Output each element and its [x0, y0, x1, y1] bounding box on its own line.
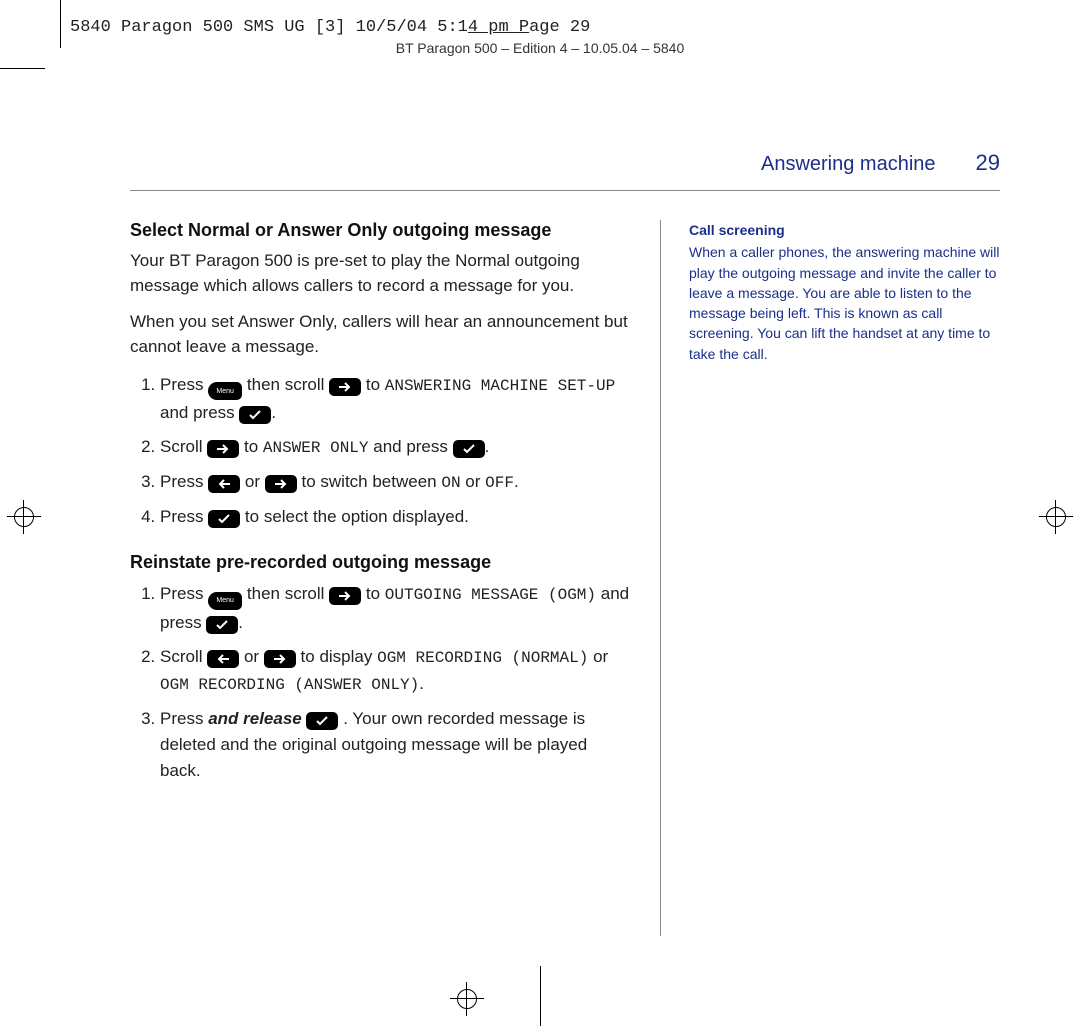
- page-header: Answering machine 29: [130, 150, 1000, 176]
- steps-list-2: Press Menu then scroll to OUTGOING MESSA…: [130, 581, 630, 784]
- paragraph: Your BT Paragon 500 is pre-set to play t…: [130, 249, 630, 298]
- crop-mark: [540, 966, 541, 1026]
- slug-pre: 5840 Paragon 500 SMS UG [3] 10/5/04 5:1: [70, 18, 468, 37]
- side-title: Call screening: [689, 220, 1000, 240]
- edition-line: BT Paragon 500 – Edition 4 – 10.05.04 – …: [0, 40, 1080, 56]
- slug-underlined: 4 pm P: [468, 18, 529, 37]
- section-name: Answering machine: [761, 153, 936, 176]
- steps-list-1: Press Menu then scroll to ANSWERING MACH…: [130, 372, 630, 531]
- print-slug: 5840 Paragon 500 SMS UG [3] 10/5/04 5:14…: [70, 18, 590, 37]
- menu-button-icon: Menu: [208, 592, 242, 610]
- heading-select-normal: Select Normal or Answer Only outgoing me…: [130, 220, 630, 241]
- lcd-text: ANSWER ONLY: [263, 439, 369, 457]
- crop-mark: [60, 0, 61, 48]
- step: Press Menu then scroll to ANSWERING MACH…: [160, 372, 630, 427]
- emphasis: and release: [208, 709, 302, 728]
- content-area: Select Normal or Answer Only outgoing me…: [130, 220, 1000, 936]
- crop-mark: [0, 68, 45, 69]
- right-arrow-icon: [329, 378, 361, 396]
- lcd-text: OUTGOING MESSAGE (OGM): [385, 586, 596, 604]
- lcd-text: ON: [441, 474, 460, 492]
- tick-button-icon: [206, 616, 238, 634]
- step: Scroll to ANSWER ONLY and press .: [160, 434, 630, 461]
- registration-mark: [1039, 500, 1073, 534]
- lcd-text: OGM RECORDING (ANSWER ONLY): [160, 676, 419, 694]
- left-arrow-icon: [208, 475, 240, 493]
- slug-post: age 29: [529, 18, 590, 37]
- lcd-text: ANSWERING MACHINE SET-UP: [385, 377, 615, 395]
- registration-mark: [450, 982, 484, 1016]
- side-body: When a caller phones, the answering mach…: [689, 242, 1000, 364]
- tick-button-icon: [306, 712, 338, 730]
- step: Press Menu then scroll to OUTGOING MESSA…: [160, 581, 630, 636]
- left-arrow-icon: [207, 650, 239, 668]
- tick-button-icon: [208, 510, 240, 528]
- right-arrow-icon: [329, 587, 361, 605]
- header-rule: [130, 190, 1000, 191]
- registration-mark: [7, 500, 41, 534]
- step: Scroll or to display OGM RECORDING (NORM…: [160, 644, 630, 698]
- tick-button-icon: [239, 406, 271, 424]
- heading-reinstate: Reinstate pre-recorded outgoing message: [130, 552, 630, 573]
- lcd-text: OGM RECORDING (NORMAL): [377, 649, 588, 667]
- step: Press and release . Your own recorded me…: [160, 706, 630, 785]
- tick-button-icon: [453, 440, 485, 458]
- right-arrow-icon: [264, 650, 296, 668]
- lcd-text: OFF: [485, 474, 514, 492]
- step: Press or to switch between ON or OFF.: [160, 469, 630, 496]
- step: Press to select the option displayed.: [160, 504, 630, 530]
- main-column: Select Normal or Answer Only outgoing me…: [130, 220, 630, 936]
- menu-button-icon: Menu: [208, 382, 242, 400]
- right-arrow-icon: [265, 475, 297, 493]
- side-column: Call screening When a caller phones, the…: [660, 220, 1000, 936]
- paragraph: When you set Answer Only, callers will h…: [130, 310, 630, 359]
- right-arrow-icon: [207, 440, 239, 458]
- page-number: 29: [976, 150, 1000, 176]
